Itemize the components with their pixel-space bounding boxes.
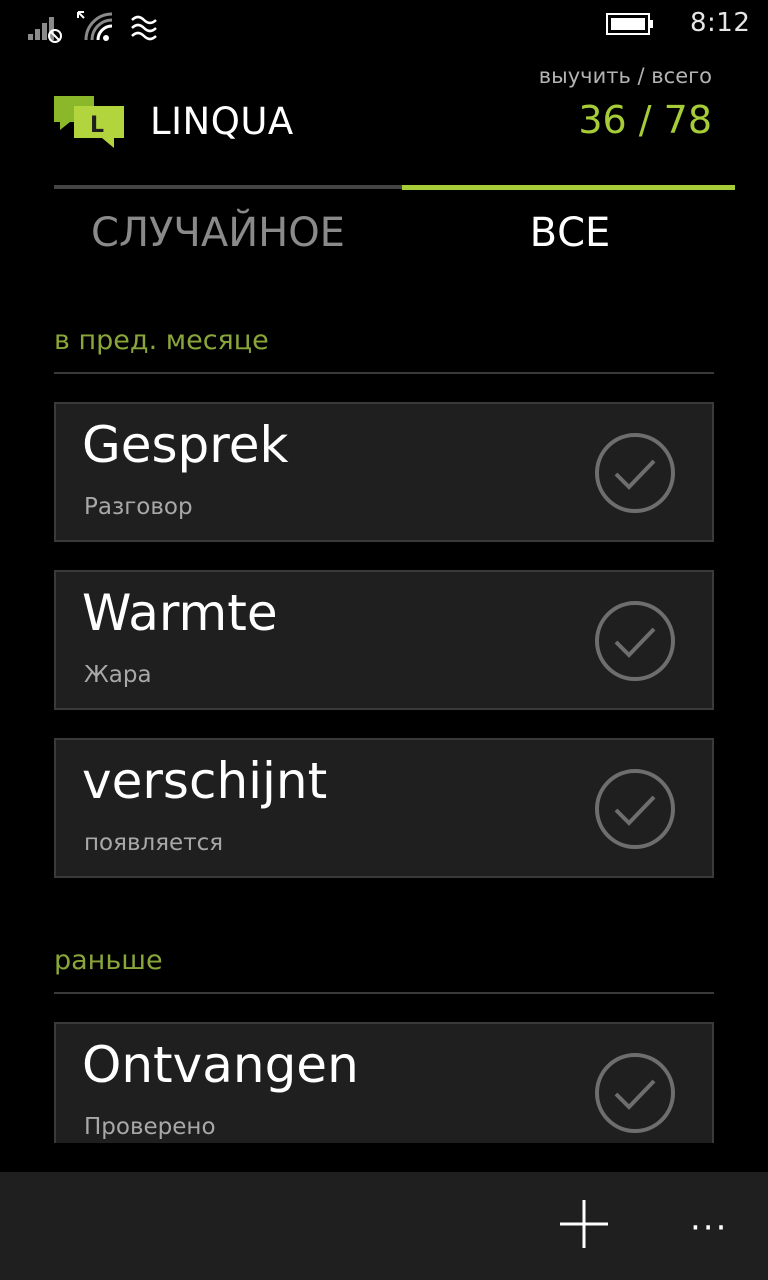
word-text: Gesprek bbox=[82, 416, 289, 474]
check-circle-icon[interactable] bbox=[594, 432, 676, 514]
word-card[interactable]: Ontvangen Проверено bbox=[54, 1022, 714, 1143]
word-text: Ontvangen bbox=[82, 1036, 359, 1094]
word-text: verschijnt bbox=[82, 752, 328, 810]
app-bar bbox=[0, 1172, 768, 1280]
section-header-earlier: раньше bbox=[54, 945, 163, 976]
more-options-button[interactable]: ··· bbox=[690, 1208, 728, 1248]
check-circle-icon[interactable] bbox=[594, 768, 676, 850]
word-card[interactable]: Warmte Жара bbox=[54, 570, 714, 710]
check-circle-icon[interactable] bbox=[594, 600, 676, 682]
section-divider bbox=[54, 372, 714, 374]
translation-text: появляется bbox=[84, 830, 224, 856]
word-card[interactable]: verschijnt появляется bbox=[54, 738, 714, 878]
translation-text: Жара bbox=[84, 662, 152, 688]
word-list[interactable]: в пред. месяце Gesprek Разговор Warmte Ж… bbox=[0, 0, 768, 1143]
plus-icon[interactable] bbox=[556, 1196, 612, 1252]
translation-text: Проверено bbox=[84, 1114, 216, 1140]
word-card[interactable]: Gesprek Разговор bbox=[54, 402, 714, 542]
translation-text: Разговор bbox=[84, 494, 193, 520]
section-divider bbox=[54, 992, 714, 994]
section-header-last-month: в пред. месяце bbox=[54, 325, 269, 356]
word-text: Warmte bbox=[82, 584, 278, 642]
check-circle-icon[interactable] bbox=[594, 1052, 676, 1134]
